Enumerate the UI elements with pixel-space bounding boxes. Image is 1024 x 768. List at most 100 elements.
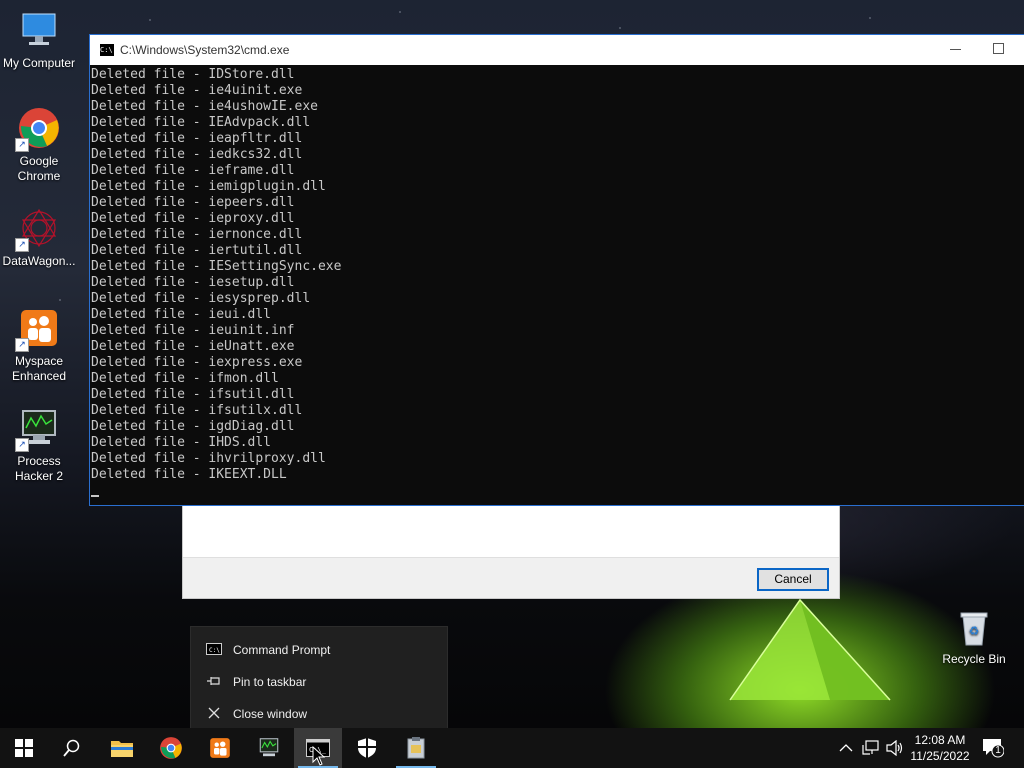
console-line: Deleted file - iexpress.exe [91,355,303,370]
notification-count: 1 [995,745,1001,756]
process-hacker-icon [259,738,279,757]
desktop-icon-recycle-bin[interactable]: ♻ Recycle Bin [938,608,1010,666]
folder-icon [111,741,133,757]
jump-item-label: Command Prompt [233,643,331,657]
console-line: Deleted file - ieuinit.inf [91,323,295,338]
taskbar-archive[interactable] [392,728,440,768]
desktop-icon-label: Google Chrome [17,154,61,183]
recycle-bin-icon: ♻ [954,608,994,648]
chrome-icon: ↗ [15,106,61,152]
svg-text:C:\: C:\ [209,647,220,654]
jump-item-command-prompt[interactable]: C:\ Command Prompt [191,635,447,665]
start-button[interactable] [0,728,48,768]
network-button[interactable] [862,728,880,768]
myspace-icon: ↗ [15,306,61,352]
search-button[interactable] [48,728,96,768]
desktop-icon-my-computer[interactable]: My Computer [2,8,76,71]
clock-date: 11/25/2022 [910,749,970,763]
console-line: Deleted file - igdDiag.dll [91,419,295,434]
cmd-icon: C:\ [205,642,223,658]
console-line: Deleted file - ieUnatt.exe [91,339,295,354]
console-line: Deleted file - IHDS.dll [91,435,272,450]
taskbar-process-hacker[interactable] [245,728,293,768]
console-line: Deleted file - ieapfltr.dll [91,131,303,146]
shortcut-arrow-icon: ↗ [15,438,29,452]
console-line: Deleted file - ifsutil.dll [91,387,295,402]
pin-icon [205,675,223,690]
console-line: Deleted file - IKEEXT.DLL [91,467,287,482]
console-output[interactable]: Deleted file - IDStore.dll Deleted file -… [90,65,1024,497]
console-line: Deleted file - ifmon.dll [91,371,279,386]
system-clock[interactable]: 12:08 AM 11/25/2022 [906,732,974,764]
windows-logo-icon [15,739,33,757]
volume-button[interactable] [886,728,904,768]
console-line: Deleted file - iedkcs32.dll [91,147,303,162]
console-line: Deleted file - ie4ushowIE.exe [91,99,318,114]
text-cursor [91,495,99,497]
mouse-cursor-icon [312,746,326,766]
action-center-button[interactable]: 1 [982,736,1005,758]
jump-item-close-window[interactable]: Close window [191,699,447,729]
shortcut-arrow-icon: ↗ [15,238,29,252]
taskbar-cmd[interactable]: C:\_ [294,728,342,768]
console-line: Deleted file - ifsutilx.dll [91,403,303,418]
desktop-icon-google-chrome[interactable]: ↗ Google Chrome [2,106,76,184]
console-line: Deleted file - iesetup.dll [91,275,295,290]
cmd-icon: C:\ [100,44,114,56]
speaker-icon [886,740,903,756]
cmd-window[interactable]: C:\ C:\Windows\System32\cmd.exe Deleted … [90,35,1024,505]
taskbar-myspace-enhanced[interactable] [196,728,244,768]
console-line: Deleted file - iertutil.dll [91,243,303,258]
console-line: Deleted file - ie4uinit.exe [91,83,303,98]
console-line: Deleted file - iepeers.dll [91,195,295,210]
maximize-button[interactable] [993,43,1004,54]
console-line: Deleted file - ieproxy.dll [91,211,295,226]
desktop-icon-process-hacker[interactable]: ↗ Process Hacker 2 [2,406,76,484]
desktop-icon-label: My Computer [2,56,76,70]
shortcut-arrow-icon: ↗ [15,138,29,152]
shortcut-arrow-icon: ↗ [15,338,29,352]
computer-icon [17,8,61,52]
jump-item-label: Close window [233,707,308,721]
wallpaper-tent [729,598,891,701]
console-line: Deleted file - ieui.dll [91,307,272,322]
console-line: Deleted file - ieframe.dll [91,163,295,178]
dialog-footer: Cancel [183,557,839,598]
datawagon-icon: ↗ [15,206,61,252]
shield-icon [358,738,376,758]
desktop-icon-datawagon[interactable]: ↗ DataWagon... [2,206,76,269]
close-icon [205,706,223,723]
console-line: Deleted file - ihvrilproxy.dll [91,451,326,466]
myspace-icon [210,738,230,758]
process-hacker-icon: ↗ [15,406,61,452]
desktop-icon-label: Process Hacker 2 [14,454,64,483]
desktop-icon-label: Recycle Bin [942,652,1006,666]
taskbar: C:\_ 12:08 AM 11/25/2022 1 [0,728,1024,768]
console-line: Deleted file - IESettingSync.exe [91,259,342,274]
taskbar-file-explorer[interactable] [98,728,146,768]
clock-time: 12:08 AM [914,733,966,747]
jump-item-label: Pin to taskbar [233,675,307,689]
console-line: Deleted file - IDStore.dll [91,67,295,82]
taskbar-chrome[interactable] [147,728,195,768]
chevron-up-icon [839,744,853,752]
console-line: Deleted file - iernonce.dll [91,227,303,242]
desktop-icon-label: Myspace Enhanced [11,354,67,383]
window-title: C:\Windows\System32\cmd.exe [120,43,290,57]
console-line: Deleted file - iemigplugin.dll [91,179,326,194]
search-icon [63,739,80,757]
cancel-button[interactable]: Cancel [757,568,829,591]
console-line: Deleted file - iesysprep.dll [91,291,311,306]
network-icon [862,740,879,755]
show-hidden-icons-button[interactable] [838,728,854,768]
desktop-icon-myspace-enhanced[interactable]: ↗ Myspace Enhanced [2,306,76,384]
progress-dialog: Cancel [182,505,840,599]
console-line: Deleted file - IEAdvpack.dll [91,115,311,130]
chrome-icon [160,737,182,759]
jump-item-pin-to-taskbar[interactable]: Pin to taskbar [191,667,447,697]
cmd-title-bar[interactable]: C:\ C:\Windows\System32\cmd.exe [90,35,1024,65]
minimize-button[interactable] [950,43,962,55]
taskbar-security[interactable] [343,728,391,768]
desktop-icon-label: DataWagon... [2,254,76,268]
svg-text:♻: ♻ [969,624,980,638]
